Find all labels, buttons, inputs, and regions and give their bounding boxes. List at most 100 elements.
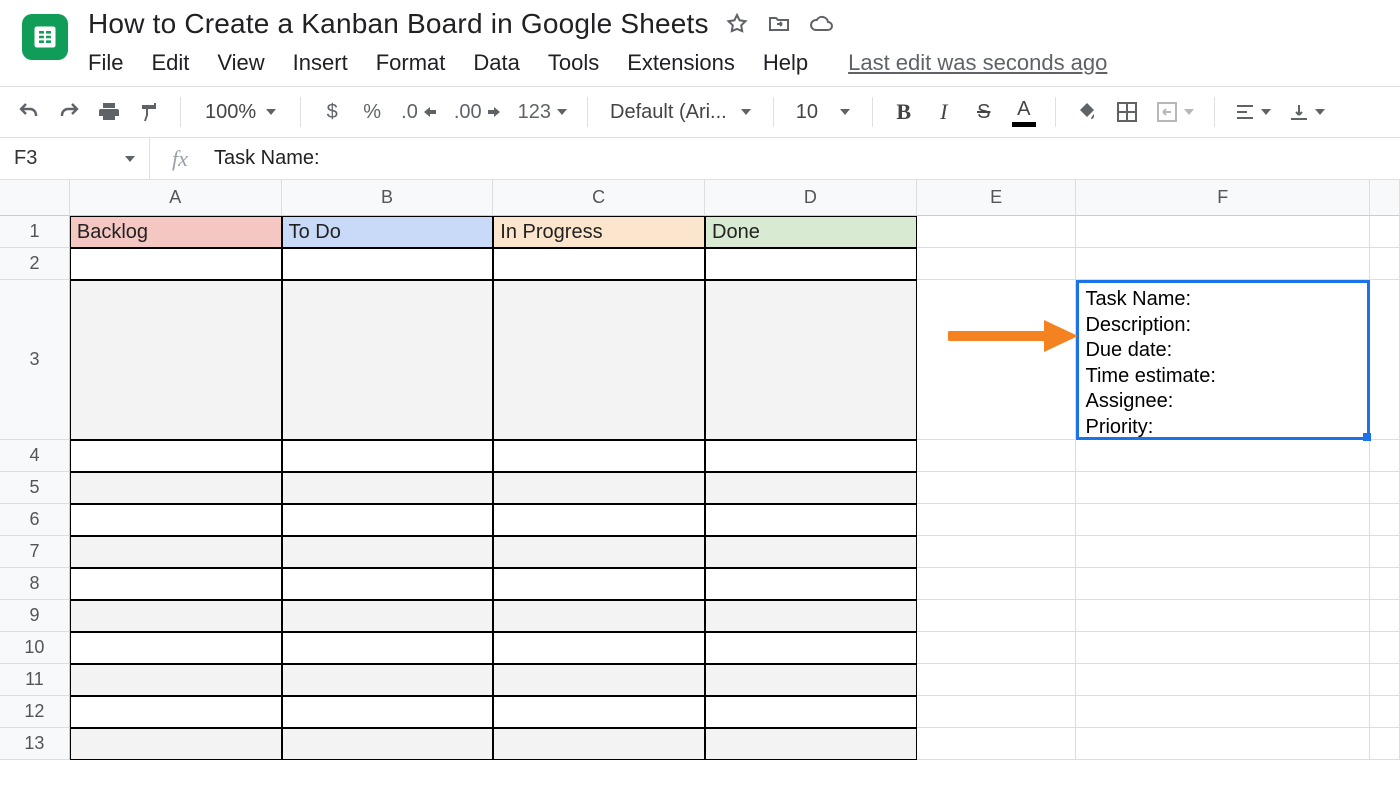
cell-D12[interactable] [705, 696, 917, 728]
cell-A8[interactable] [70, 568, 282, 600]
cell-E5[interactable] [917, 472, 1077, 504]
cell-A9[interactable] [70, 600, 282, 632]
cell-F8[interactable] [1076, 568, 1370, 600]
cell-C11[interactable] [493, 664, 705, 696]
cell-D3[interactable] [705, 280, 917, 440]
menu-help[interactable]: Help [763, 50, 808, 76]
cell-D2[interactable] [705, 248, 917, 280]
cloud-status-icon[interactable] [807, 10, 835, 38]
cell-A4[interactable] [70, 440, 282, 472]
row-header-4[interactable]: 4 [0, 440, 70, 472]
cell-A2[interactable] [70, 248, 282, 280]
vertical-align-button[interactable] [1283, 95, 1331, 129]
cell-C9[interactable] [493, 600, 705, 632]
cell-G5[interactable] [1370, 472, 1400, 504]
undo-button[interactable] [12, 95, 46, 129]
cell-A10[interactable] [70, 632, 282, 664]
col-header-A[interactable]: A [70, 180, 282, 216]
cell-G9[interactable] [1370, 600, 1400, 632]
cell-F7[interactable] [1076, 536, 1370, 568]
cell-E3[interactable] [917, 280, 1077, 440]
more-formats-button[interactable]: 123 [512, 95, 573, 129]
row-header-8[interactable]: 8 [0, 568, 70, 600]
cell-G8[interactable] [1370, 568, 1400, 600]
cell-F13[interactable] [1076, 728, 1370, 760]
cell-F9[interactable] [1076, 600, 1370, 632]
cell-G7[interactable] [1370, 536, 1400, 568]
col-header-B[interactable]: B [282, 180, 494, 216]
cell-B9[interactable] [282, 600, 494, 632]
font-family-select[interactable]: Default (Ari... [602, 101, 759, 124]
decrease-decimal-button[interactable]: .0 [395, 95, 442, 129]
doc-title[interactable]: How to Create a Kanban Board in Google S… [88, 8, 709, 40]
select-all-corner[interactable] [0, 180, 70, 216]
cell-G2[interactable] [1370, 248, 1400, 280]
star-icon[interactable] [723, 10, 751, 38]
cell-G4[interactable] [1370, 440, 1400, 472]
row-header-9[interactable]: 9 [0, 600, 70, 632]
borders-button[interactable] [1110, 95, 1144, 129]
cell-E6[interactable] [917, 504, 1077, 536]
row-header-2[interactable]: 2 [0, 248, 70, 280]
cell-D6[interactable] [705, 504, 917, 536]
cell-G6[interactable] [1370, 504, 1400, 536]
cell-G10[interactable] [1370, 632, 1400, 664]
cell-E13[interactable] [917, 728, 1077, 760]
cell-A6[interactable] [70, 504, 282, 536]
cell-B11[interactable] [282, 664, 494, 696]
menu-view[interactable]: View [217, 50, 264, 76]
increase-decimal-button[interactable]: .00 [448, 95, 506, 129]
cell-B6[interactable] [282, 504, 494, 536]
cell-C12[interactable] [493, 696, 705, 728]
cell-E12[interactable] [917, 696, 1077, 728]
menu-edit[interactable]: Edit [151, 50, 189, 76]
cell-F2[interactable] [1076, 248, 1370, 280]
cell-C4[interactable] [493, 440, 705, 472]
cell-G12[interactable] [1370, 696, 1400, 728]
menu-extensions[interactable]: Extensions [627, 50, 735, 76]
cell-E4[interactable] [917, 440, 1077, 472]
cell-B1[interactable]: To Do [282, 216, 494, 248]
bold-button[interactable]: B [887, 95, 921, 129]
col-header-E[interactable]: E [917, 180, 1077, 216]
cell-C1[interactable]: In Progress [493, 216, 705, 248]
row-header-10[interactable]: 10 [0, 632, 70, 664]
cell-D7[interactable] [705, 536, 917, 568]
col-header-D[interactable]: D [705, 180, 917, 216]
cell-C5[interactable] [493, 472, 705, 504]
cell-E7[interactable] [917, 536, 1077, 568]
cell-E10[interactable] [917, 632, 1077, 664]
cell-A3[interactable] [70, 280, 282, 440]
menu-file[interactable]: File [88, 50, 123, 76]
formula-bar[interactable]: Task Name: [210, 147, 1400, 170]
cell-F5[interactable] [1076, 472, 1370, 504]
cell-A12[interactable] [70, 696, 282, 728]
italic-button[interactable]: I [927, 95, 961, 129]
row-header-7[interactable]: 7 [0, 536, 70, 568]
cell-F10[interactable] [1076, 632, 1370, 664]
cell-F1[interactable] [1076, 216, 1370, 248]
cell-A5[interactable] [70, 472, 282, 504]
cell-B5[interactable] [282, 472, 494, 504]
cell-C13[interactable] [493, 728, 705, 760]
cell-F6[interactable] [1076, 504, 1370, 536]
cell-F11[interactable] [1076, 664, 1370, 696]
strikethrough-button[interactable]: S [967, 95, 1001, 129]
row-header-1[interactable]: 1 [0, 216, 70, 248]
spreadsheet-grid[interactable]: 1 Backlog To Do In Progress Done 2 3 Tas… [0, 216, 1400, 760]
cell-B12[interactable] [282, 696, 494, 728]
cell-B2[interactable] [282, 248, 494, 280]
cell-G13[interactable] [1370, 728, 1400, 760]
selection-handle[interactable] [1363, 433, 1371, 441]
cell-E1[interactable] [917, 216, 1077, 248]
cell-F4[interactable] [1076, 440, 1370, 472]
row-header-11[interactable]: 11 [0, 664, 70, 696]
col-header-F[interactable]: F [1076, 180, 1370, 216]
row-header-12[interactable]: 12 [0, 696, 70, 728]
zoom-select[interactable]: 100% [195, 101, 286, 124]
cell-E8[interactable] [917, 568, 1077, 600]
move-to-folder-icon[interactable] [765, 10, 793, 38]
cell-C7[interactable] [493, 536, 705, 568]
cell-B7[interactable] [282, 536, 494, 568]
col-header-next[interactable] [1370, 180, 1400, 216]
